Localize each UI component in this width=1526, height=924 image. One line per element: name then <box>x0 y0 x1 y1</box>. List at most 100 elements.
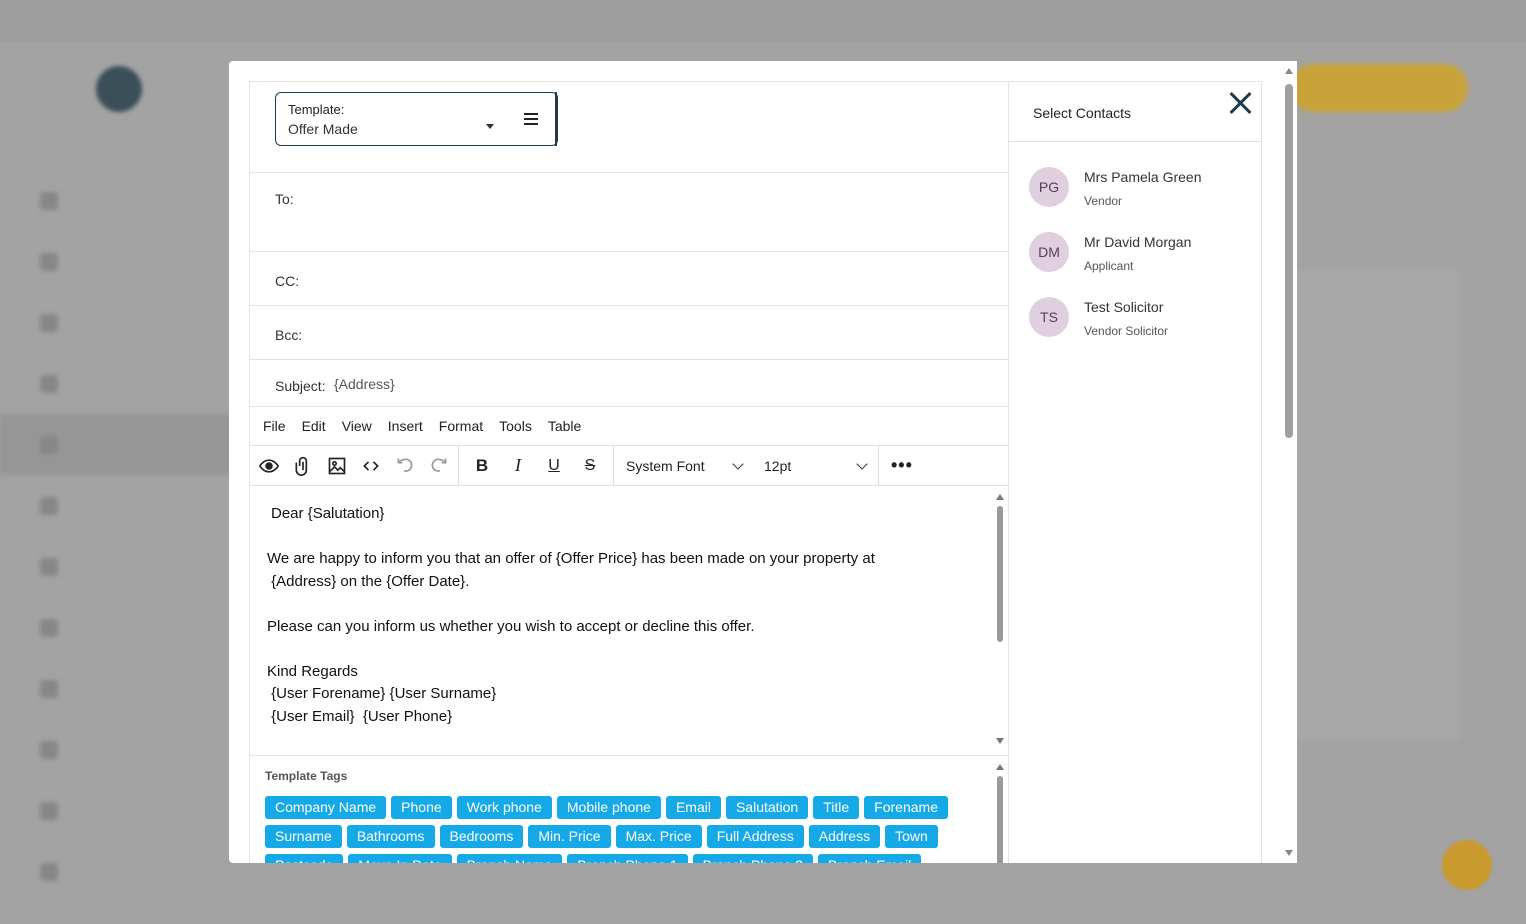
image-icon[interactable] <box>326 455 348 477</box>
tag-button[interactable]: Branch Phone 1 <box>567 854 688 863</box>
tag-button[interactable]: Address <box>808 825 881 848</box>
background-fab <box>1442 840 1492 890</box>
italic-icon[interactable]: I <box>507 455 529 477</box>
body-line: {User Forename} {User Surname} <box>267 685 497 702</box>
tag-button[interactable]: Mobile phone <box>556 796 661 819</box>
cc-field[interactable]: CC: <box>250 252 1008 306</box>
editor-toolbar: B I U S System Font 12pt ••• <box>250 446 1008 486</box>
contacts-title: Select Contacts <box>1033 105 1132 121</box>
toolbar-group-insert <box>250 446 459 485</box>
menu-table[interactable]: Table <box>548 418 581 434</box>
tag-button[interactable]: Max. Price <box>615 825 702 848</box>
toolbar-group-format: B I U S <box>459 446 614 485</box>
contact-name: Mr David Morgan <box>1084 234 1192 250</box>
font-family-select[interactable]: System Font <box>622 458 744 474</box>
more-options-icon[interactable]: ••• <box>879 455 913 476</box>
code-icon[interactable] <box>360 455 382 477</box>
body-line <box>267 638 967 661</box>
background-logo <box>96 66 142 112</box>
template-value: Offer Made <box>288 121 358 137</box>
body-line: {Address} on the {Offer Date}. <box>267 572 470 590</box>
tag-button[interactable]: Forename <box>864 796 948 819</box>
template-tags-list: Company Name Phone Work phone Mobile pho… <box>265 796 955 863</box>
tags-scrollbar[interactable] <box>995 764 1005 863</box>
subject-field[interactable]: Subject: {Address} <box>250 360 1008 407</box>
modal-scroll-thumb[interactable] <box>1285 84 1293 438</box>
tag-button[interactable]: Salutation <box>725 796 809 819</box>
bold-icon[interactable]: B <box>471 455 493 477</box>
tag-button[interactable]: Company Name <box>265 796 387 819</box>
contact-name: Mrs Pamela Green <box>1084 169 1202 185</box>
tag-button[interactable]: Branch Email <box>818 854 922 863</box>
tag-button[interactable]: Min. Price <box>528 825 611 848</box>
caret-down-icon[interactable] <box>486 124 494 129</box>
preview-eye-icon[interactable] <box>258 455 280 477</box>
modal-scrollbar[interactable] <box>1283 66 1295 858</box>
to-field[interactable]: To: <box>250 173 1008 252</box>
menu-icon[interactable] <box>524 113 538 128</box>
email-modal: Template: Offer Made To: CC: Bcc: Subjec… <box>229 61 1297 863</box>
scroll-up-icon[interactable] <box>996 494 1004 500</box>
template-tags-panel: Template Tags Company Name Phone Work ph… <box>250 756 1008 863</box>
menu-file[interactable]: File <box>263 418 286 434</box>
background-topnav <box>0 0 1526 42</box>
contact-role: Applicant <box>1084 259 1134 273</box>
scroll-up-icon[interactable] <box>996 764 1004 770</box>
tag-button[interactable]: Surname <box>265 825 342 848</box>
tag-button[interactable]: Branch Phone 2 <box>692 854 814 863</box>
tag-button[interactable]: Work phone <box>456 796 552 819</box>
tag-button[interactable]: Phone <box>391 796 452 819</box>
attachment-icon[interactable] <box>292 455 314 477</box>
contact-item[interactable]: TS Test Solicitor Vendor Solicitor <box>1029 292 1259 342</box>
email-compose-pane: Template: Offer Made To: CC: Bcc: Subjec… <box>249 81 1009 863</box>
close-icon[interactable] <box>1229 92 1252 114</box>
contact-name: Test Solicitor <box>1084 299 1164 315</box>
scroll-up-icon[interactable] <box>1285 68 1293 74</box>
editor-scroll-thumb[interactable] <box>997 506 1003 642</box>
tag-button[interactable]: Title <box>813 796 860 819</box>
tag-button[interactable]: Bathrooms <box>346 825 435 848</box>
tag-button[interactable]: Full Address <box>706 825 804 848</box>
tag-button[interactable]: Move In Date <box>348 854 452 863</box>
tag-button[interactable]: Email <box>665 796 721 819</box>
font-size-select[interactable]: 12pt <box>750 457 868 474</box>
scroll-down-icon[interactable] <box>996 738 1004 744</box>
body-line <box>267 526 967 549</box>
body-line: Please can you inform us whether you wis… <box>267 617 755 635</box>
body-line: Dear {Salutation} <box>271 505 385 522</box>
menu-insert[interactable]: Insert <box>388 418 423 434</box>
tag-button[interactable]: Bedrooms <box>439 825 524 848</box>
avatar: DM <box>1029 232 1069 272</box>
email-body-text[interactable]: Dear {Salutation} We are happy to inform… <box>267 503 967 728</box>
body-line: We are happy to inform you that an offer… <box>267 550 875 567</box>
bcc-field[interactable]: Bcc: <box>250 306 1008 360</box>
avatar: TS <box>1029 297 1069 337</box>
underline-icon[interactable]: U <box>543 455 565 477</box>
contact-item[interactable]: PG Mrs Pamela Green Vendor <box>1029 162 1259 212</box>
template-tags-title: Template Tags <box>265 769 348 783</box>
undo-icon[interactable] <box>394 455 416 477</box>
contact-item[interactable]: DM Mr David Morgan Applicant <box>1029 227 1259 277</box>
menu-edit[interactable]: Edit <box>302 418 326 434</box>
chevron-down-icon <box>856 457 868 470</box>
contacts-header: Select Contacts <box>1009 82 1261 142</box>
tag-button[interactable]: Branch Name <box>456 854 563 863</box>
tag-button[interactable]: Town <box>885 825 938 848</box>
subject-value[interactable]: {Address} <box>334 376 395 392</box>
tag-button[interactable]: Postcode <box>265 854 344 863</box>
editor-scrollbar[interactable] <box>995 494 1005 744</box>
email-body-editor[interactable]: Dear {Salutation} We are happy to inform… <box>250 486 1008 756</box>
body-line: Kind Regards <box>267 662 358 680</box>
tags-scroll-thumb[interactable] <box>997 776 1003 863</box>
strikethrough-icon[interactable]: S <box>579 455 601 477</box>
menu-format[interactable]: Format <box>439 418 483 434</box>
to-label: To: <box>275 191 294 207</box>
redo-icon[interactable] <box>428 455 450 477</box>
menu-tools[interactable]: Tools <box>499 418 532 434</box>
template-select[interactable]: Template: Offer Made <box>275 92 558 146</box>
select-contacts-panel: Select Contacts PG Mrs Pamela Green Vend… <box>1009 81 1262 863</box>
bcc-label: Bcc: <box>275 327 303 343</box>
menu-view[interactable]: View <box>342 418 372 434</box>
scroll-down-icon[interactable] <box>1285 850 1293 856</box>
editor-menubar: File Edit View Insert Format Tools Table <box>250 407 1008 446</box>
